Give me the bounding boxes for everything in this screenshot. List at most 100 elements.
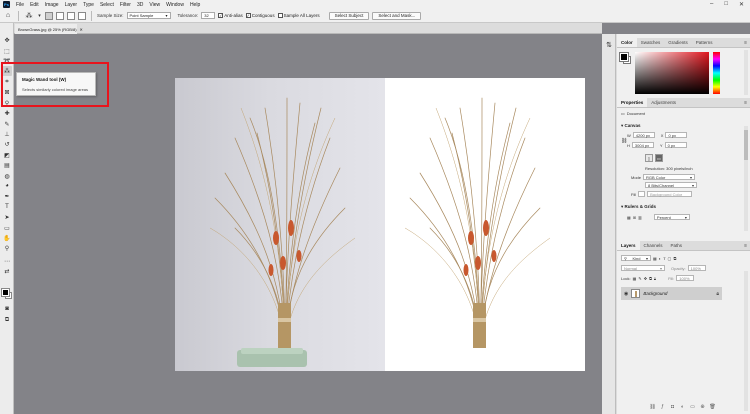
magic-wand-preset-icon[interactable]: ⁂ xyxy=(24,11,34,21)
new-selection-mode-button[interactable] xyxy=(45,11,53,20)
bit-depth-select[interactable]: 8 Bits/Channel ▾ xyxy=(645,182,697,188)
chevron-down-icon[interactable]: ▾ xyxy=(621,123,623,128)
lock-position-icon[interactable]: ✥ xyxy=(644,276,647,281)
menu-image[interactable]: Image xyxy=(42,2,62,8)
lock-paint-icon[interactable]: ✎ xyxy=(638,276,641,281)
panel-menu-icon[interactable]: ≡ xyxy=(744,243,747,249)
chevron-down-icon[interactable]: ▾ xyxy=(37,11,42,21)
type-filter-icon[interactable]: T xyxy=(663,256,665,261)
kind-filter-select[interactable]: ⚲ Kind ▾ xyxy=(621,255,651,261)
tab-adjustments[interactable]: Adjustments xyxy=(647,98,680,107)
home-icon[interactable]: ⌂ xyxy=(3,11,13,21)
clone-stamp-tool-icon[interactable]: ⊥ xyxy=(2,129,12,139)
mode-select[interactable]: RGB Color ▾ xyxy=(643,174,696,180)
history-panel-icon[interactable]: ⇅ xyxy=(605,41,613,49)
sample-size-select[interactable]: Point Sample ▾ xyxy=(126,12,171,19)
adjustment-filter-icon[interactable]: ◐ xyxy=(659,256,661,261)
document-canvas[interactable] xyxy=(175,78,585,371)
menu-filter[interactable]: Filter xyxy=(117,2,134,8)
menu-file[interactable]: File xyxy=(13,2,27,8)
marquee-tool-icon[interactable]: ⬚ xyxy=(2,46,12,56)
path-selection-tool-icon[interactable]: ➤ xyxy=(2,212,12,222)
minimize-button[interactable]: – xyxy=(710,1,713,8)
y-field[interactable]: 0 px xyxy=(664,142,687,148)
guides-icon[interactable]: ▥ xyxy=(638,215,642,220)
hue-slider[interactable] xyxy=(713,52,720,94)
scrollbar-thumb[interactable] xyxy=(744,130,748,160)
menu-select[interactable]: Select xyxy=(97,2,117,8)
lock-all-icon[interactable]: 🔒︎ xyxy=(654,276,656,281)
new-layer-icon[interactable]: ⊕ xyxy=(699,403,706,410)
visibility-eye-icon[interactable]: ◉ xyxy=(624,291,628,297)
blend-mode-select[interactable]: Normal ▾ xyxy=(621,265,665,271)
width-field[interactable]: 4200 px xyxy=(632,132,655,138)
portrait-icon[interactable]: ▯ xyxy=(645,154,653,162)
close-tab-icon[interactable]: ✕ xyxy=(80,27,83,32)
brush-tool-icon[interactable]: ✎ xyxy=(2,119,12,129)
lock-icon[interactable]: 🔒︎ xyxy=(716,291,719,297)
gradient-tool-icon[interactable]: ▤ xyxy=(2,160,12,170)
pixel-filter-icon[interactable]: ▦ xyxy=(653,256,657,261)
anti-alias-checkbox[interactable]: ✓ Anti-alias xyxy=(218,13,243,18)
tab-paths[interactable]: Paths xyxy=(667,241,687,250)
fill-color-swatch[interactable] xyxy=(638,191,646,197)
scrollbar[interactable] xyxy=(744,50,748,95)
select-and-mask-button[interactable]: Select and Mask... xyxy=(372,11,422,20)
subtract-selection-mode-button[interactable] xyxy=(67,11,75,20)
tab-channels[interactable]: Channels xyxy=(640,241,667,250)
link-layers-icon[interactable]: ⛓ xyxy=(649,403,656,410)
more-tools-icon[interactable]: ⋯ xyxy=(2,256,12,266)
opacity-field[interactable]: 100% xyxy=(687,265,706,271)
healing-brush-tool-icon[interactable]: ✚ xyxy=(2,108,12,118)
type-tool-icon[interactable]: T xyxy=(2,202,12,212)
tab-patterns[interactable]: Patterns xyxy=(692,38,717,47)
units-select[interactable]: Percent ▾ xyxy=(653,214,690,220)
menu-layer[interactable]: Layer xyxy=(62,2,81,8)
blur-tool-icon[interactable]: ◍ xyxy=(2,171,12,181)
tolerance-input[interactable]: 32 xyxy=(201,12,216,19)
ruler-icon[interactable]: ▦ xyxy=(627,215,631,220)
foreground-color-swatch[interactable] xyxy=(619,52,629,62)
adjustment-layer-icon[interactable]: ◐ xyxy=(679,403,686,410)
contiguous-checkbox[interactable]: ✓ Contiguous xyxy=(245,13,275,18)
scrollbar[interactable] xyxy=(744,126,748,231)
tab-swatches[interactable]: Swatches xyxy=(637,38,665,47)
add-selection-mode-button[interactable] xyxy=(56,11,64,20)
tab-properties[interactable]: Properties xyxy=(617,98,648,107)
lock-pixels-icon[interactable]: ▦ xyxy=(633,276,637,281)
x-field[interactable]: 0 px xyxy=(665,132,688,138)
menu-type[interactable]: Type xyxy=(80,2,97,8)
shape-filter-icon[interactable]: ▢ xyxy=(668,256,672,261)
document-tab[interactable]: BrownGrass.jpg @ 25% (RGB/8) ✕ xyxy=(15,24,83,34)
new-group-icon[interactable]: ▭ xyxy=(689,403,696,410)
sample-all-layers-checkbox[interactable]: Sample All Layers xyxy=(277,13,320,18)
fill-select[interactable]: Background Color xyxy=(647,191,693,197)
hand-tool-icon[interactable]: ✋ xyxy=(2,233,12,243)
lock-artboard-icon[interactable]: ⧉ xyxy=(649,276,652,281)
saturation-brightness-field[interactable] xyxy=(635,52,709,94)
rectangle-tool-icon[interactable]: ▭ xyxy=(2,223,12,233)
pen-tool-icon[interactable]: ✒ xyxy=(2,191,12,201)
menu-edit[interactable]: Edit xyxy=(27,2,42,8)
menu-3d[interactable]: 3D xyxy=(134,2,146,8)
layer-row-background[interactable]: ◉ Background 🔒︎ xyxy=(621,287,722,300)
screen-mode-icon[interactable]: ⧉ xyxy=(2,315,12,325)
eraser-tool-icon[interactable]: ◩ xyxy=(2,150,12,160)
menu-window[interactable]: Window xyxy=(163,2,187,8)
panel-menu-icon[interactable]: ≡ xyxy=(744,40,747,46)
tab-gradients[interactable]: Gradients xyxy=(664,38,692,47)
fx-icon[interactable]: ƒ xyxy=(659,403,666,410)
menu-view[interactable]: View xyxy=(146,2,163,8)
history-brush-tool-icon[interactable]: ↺ xyxy=(2,139,12,149)
edit-toolbar-icon[interactable]: ⇄ xyxy=(2,266,12,276)
chevron-down-icon[interactable]: ▾ xyxy=(621,204,623,209)
zoom-tool-icon[interactable]: ⚲ xyxy=(2,243,12,253)
select-subject-button[interactable]: Select Subject xyxy=(328,11,370,20)
intersect-selection-mode-button[interactable] xyxy=(78,11,86,20)
dodge-tool-icon[interactable]: ◕ xyxy=(2,181,12,191)
foreground-color-swatch[interactable] xyxy=(1,288,10,297)
tab-layers[interactable]: Layers xyxy=(617,241,640,250)
scrollbar[interactable] xyxy=(744,271,748,411)
smart-object-filter-icon[interactable]: ⧉ xyxy=(673,256,676,261)
panel-menu-icon[interactable]: ≡ xyxy=(744,100,747,106)
